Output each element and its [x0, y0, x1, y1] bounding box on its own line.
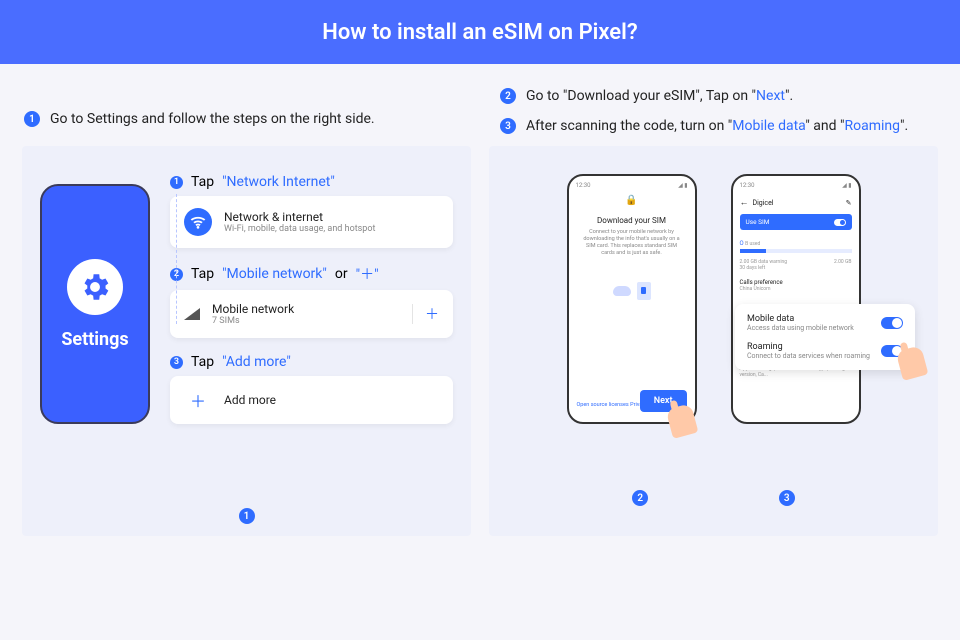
cloud-sim-graphic: [613, 282, 651, 300]
settings-phone-mock: Settings: [40, 184, 150, 424]
lock-icon: 🔒: [576, 195, 688, 206]
mobile-data-row[interactable]: Mobile data Access data using mobile net…: [747, 314, 903, 332]
instructions-row: 1 Go to Settings and follow the steps on…: [0, 64, 960, 146]
calls-preference[interactable]: Calls preference: [740, 279, 852, 286]
header-bar: How to install an eSIM on Pixel?: [0, 0, 960, 64]
page-title: How to install an eSIM on Pixel?: [322, 20, 637, 45]
steps-column: 1 Tap "Network Internet" Network & inter…: [170, 174, 453, 424]
data-usage-bar: [740, 249, 852, 253]
step-bullet-2: 2: [500, 88, 516, 104]
substep-1: 1 Tap "Network Internet" Network & inter…: [170, 174, 453, 248]
link-mobile-data: Mobile data: [732, 118, 805, 134]
card-title: Add more: [224, 393, 276, 407]
use-sim-toggle-row[interactable]: Use SIM: [740, 214, 852, 230]
roaming-sub: Connect to data services when roaming: [747, 352, 870, 360]
card-sub: 7 SIMs: [212, 316, 294, 326]
back-arrow-icon[interactable]: ←: [740, 197, 749, 208]
use-sim-toggle[interactable]: [834, 219, 846, 226]
panel-badge-1: 1: [239, 508, 255, 524]
sim-icon: [637, 282, 651, 300]
status-bar: 12:30 ◢ ▮: [740, 182, 852, 189]
card-sub: Wi-Fi, mobile, data usage, and hotspot: [224, 224, 375, 234]
panel-badge-3: 3: [779, 490, 795, 506]
substep-3: 3 Tap "Add more" ＋ Add more: [170, 354, 453, 424]
instruction-3-text: After scanning the code, turn on "Mobile…: [526, 118, 908, 134]
hand-pointer-icon: [896, 345, 929, 381]
data-used-value: O B used: [740, 240, 852, 247]
phone-carrier-settings: 12:30 ◢ ▮ ← Digicel ✎ Use SIM O B used: [731, 174, 861, 424]
mobile-data-sub: Access data using mobile network: [747, 324, 854, 332]
card-title: Network & internet: [224, 210, 375, 224]
substep-bullet-1: 1: [170, 176, 183, 189]
mobile-data-title: Mobile data: [747, 314, 854, 324]
card-mobile-network[interactable]: Mobile network 7 SIMs ＋: [170, 290, 453, 338]
phone-download-sim: 12:30 ◢ ▮ 🔒 Download your SIM Connect to…: [567, 174, 697, 424]
roaming-row[interactable]: Roaming Connect to data services when ro…: [747, 342, 903, 360]
instruction-2-text: Go to "Download your eSIM", Tap on "Next…: [526, 88, 793, 104]
wifi-icon: [184, 208, 212, 236]
download-sim-sub: Connect to your mobile network by downlo…: [576, 229, 688, 258]
instruction-1: 1 Go to Settings and follow the steps on…: [24, 88, 460, 134]
edit-icon[interactable]: ✎: [846, 199, 852, 207]
settings-label: Settings: [61, 329, 128, 350]
signal-icon: [184, 308, 200, 320]
link-roaming: Roaming: [844, 118, 900, 134]
instruction-3: 3 After scanning the code, turn on "Mobi…: [500, 118, 936, 134]
gear-icon-circle: [67, 259, 123, 315]
mobile-data-toggle[interactable]: [881, 317, 903, 329]
substep-bullet-3: 3: [170, 356, 183, 369]
instruction-1-text: Go to Settings and follow the steps on t…: [50, 111, 375, 127]
roaming-title: Roaming: [747, 342, 870, 352]
cloud-icon: [613, 286, 631, 296]
carrier-name: Digicel: [753, 199, 774, 207]
substep-2: 2 Tap "Mobile network" or "＋" Mobile net…: [170, 264, 453, 338]
status-icons: ◢ ▮: [842, 182, 851, 189]
card-network-internet[interactable]: Network & internet Wi-Fi, mobile, data u…: [170, 196, 453, 248]
panel-2-3: 12:30 ◢ ▮ 🔒 Download your SIM Connect to…: [489, 146, 938, 536]
step-bullet-1: 1: [24, 111, 40, 127]
status-bar: 12:30 ◢ ▮: [576, 182, 688, 189]
card-add-more[interactable]: ＋ Add more: [170, 376, 453, 424]
carrier-header: ← Digicel ✎: [740, 197, 852, 208]
plus-icon: ＋: [184, 388, 212, 412]
panels-row: Settings 1 Tap "Network Internet" Networ…: [0, 146, 960, 556]
plus-icon[interactable]: ＋: [412, 304, 439, 324]
status-icons: ◢ ▮: [678, 182, 687, 189]
instruction-2: 2 Go to "Download your eSIM", Tap on "Ne…: [500, 88, 936, 104]
gear-icon: [78, 270, 112, 304]
card-title: Mobile network: [212, 302, 294, 316]
link-next: Next: [756, 88, 785, 104]
step-bullet-3: 3: [500, 118, 516, 134]
download-sim-title: Download your SIM: [576, 216, 688, 225]
hand-pointer-icon: [665, 403, 698, 439]
dotted-connector: [176, 194, 177, 324]
toggles-overlay-card: Mobile data Access data using mobile net…: [735, 304, 915, 370]
panel-1: Settings 1 Tap "Network Internet" Networ…: [22, 146, 471, 536]
panel-badge-2: 2: [632, 490, 648, 506]
